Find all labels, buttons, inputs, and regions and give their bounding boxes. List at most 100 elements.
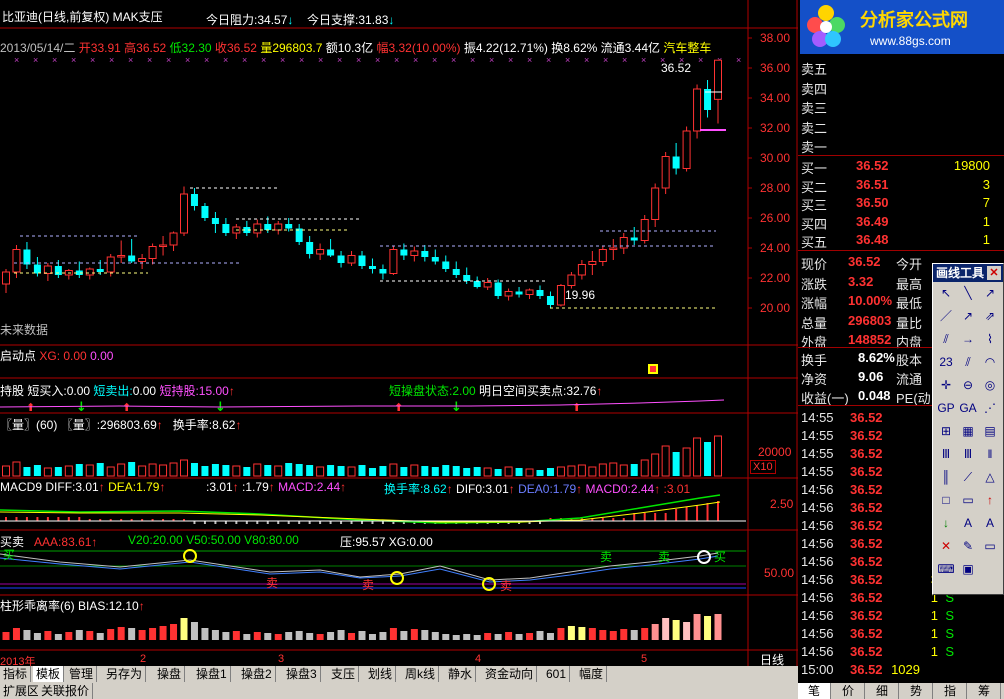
bias-bar	[44, 631, 52, 640]
bias-bar	[243, 634, 251, 640]
buy-level-volume: 1	[982, 232, 990, 247]
arc-icon[interactable]: ◠	[981, 353, 999, 371]
close-icon[interactable]: ✕	[987, 266, 1001, 280]
parallel-icon[interactable]: ⫽	[937, 330, 955, 348]
ray-icon[interactable]: ↗	[981, 284, 999, 302]
rect-icon[interactable]: □	[937, 491, 955, 509]
volume-bar	[180, 459, 188, 477]
tab-3[interactable]: 另存为	[103, 666, 147, 682]
cross-icon[interactable]: ✛	[937, 376, 955, 394]
tick-price: 36.52	[850, 446, 883, 461]
box-icon[interactable]: ⊞	[937, 422, 955, 440]
up-arrow-icon: ↑	[156, 418, 163, 432]
circle-icon[interactable]: ◎	[981, 376, 999, 394]
paint-icon[interactable]: ✎	[959, 537, 977, 555]
quote-tab-5[interactable]: 筹	[968, 683, 1001, 699]
p2-v5: 2.00	[452, 384, 476, 398]
up-arrow-icon: ↑	[654, 482, 661, 496]
channel-icon[interactable]: ⌇	[981, 330, 999, 348]
buy-arrow-icon[interactable]: ↑	[981, 491, 999, 509]
signal-x-mark: ×	[375, 55, 380, 65]
kline-chart-area[interactable]: ×××××××××××××××××××××××××××××××××××××××↓…	[0, 0, 800, 699]
keyboard-icon[interactable]: ⌨	[937, 560, 955, 578]
rect-icon-2[interactable]: ▭	[959, 491, 977, 509]
tab-9[interactable]: 划线	[365, 666, 397, 682]
volume-bar	[337, 466, 345, 476]
candle-body	[222, 224, 230, 233]
quote-tab-4[interactable]: 指	[934, 683, 967, 699]
triangle-icon[interactable]: △	[981, 468, 999, 486]
text-a2-icon[interactable]: A	[981, 514, 999, 532]
bias-bar	[609, 631, 617, 640]
gp-icon[interactable]: GP	[937, 399, 955, 417]
quote-tab-1[interactable]: 价	[832, 683, 865, 699]
sell-arrow-icon[interactable]: ↓	[937, 514, 955, 532]
tab-4[interactable]: 操盘	[154, 666, 186, 682]
gann-icon[interactable]: ⟋	[959, 468, 977, 486]
tab-linked-quote[interactable]: 关联报价	[38, 683, 94, 699]
line-icon[interactable]: ╲	[959, 284, 977, 302]
grid-icon[interactable]: ▦	[959, 422, 977, 440]
extend-line-icon[interactable]: ⇗	[981, 307, 999, 325]
volume-bar	[598, 463, 607, 477]
arrow-line-icon[interactable]: ↗	[959, 307, 977, 325]
tab-1[interactable]: 模板	[33, 666, 65, 682]
buy-level-volume: 1	[982, 213, 990, 229]
macd-bar	[685, 507, 688, 521]
candle-body	[640, 219, 649, 241]
segment-icon[interactable]: ／	[937, 307, 955, 325]
horizontal-line-icon[interactable]: →	[959, 330, 977, 348]
signal-x-mark: ×	[584, 55, 589, 65]
tab-extension-area[interactable]: 扩展区	[0, 683, 44, 699]
bias-bar	[693, 614, 701, 640]
ellipse-icon[interactable]: ⊖	[959, 376, 977, 394]
quote-tab-3[interactable]: 势	[900, 683, 933, 699]
fib-text-icon[interactable]: 23	[937, 353, 955, 371]
candle-body	[504, 291, 513, 297]
tick-price: 36.52	[850, 644, 883, 659]
cursor-icon[interactable]: ↖	[937, 284, 955, 302]
up-arrow-icon: ↑	[268, 480, 275, 494]
tab-8[interactable]: 支压	[328, 666, 360, 682]
tab-0[interactable]: 指标	[0, 666, 32, 682]
parallel-lines-icon[interactable]: ⫽	[959, 353, 977, 371]
save-icon[interactable]: ▭	[981, 537, 999, 555]
text-a-icon[interactable]: A	[959, 514, 977, 532]
quote-tab-0[interactable]: 笔	[798, 683, 831, 699]
fan-icon[interactable]: ⋰	[981, 399, 999, 417]
tab-12[interactable]: 资金动向	[482, 666, 538, 682]
signal-x-mark: ×	[261, 55, 266, 65]
p2-v2: 0.00	[66, 384, 91, 398]
bias-bar	[494, 634, 502, 640]
tab-10[interactable]: 周k线	[402, 666, 440, 682]
volume-bar	[567, 465, 576, 477]
hash-icon[interactable]: ║	[937, 468, 955, 486]
tab-6[interactable]: 操盘2	[238, 666, 276, 682]
picture-icon[interactable]: ▣	[959, 560, 977, 578]
tab-7[interactable]: 操盘3	[283, 666, 321, 682]
quote-stat-label: 净资	[801, 372, 828, 387]
signal-x-mark: ×	[451, 55, 456, 65]
p4-v6: 2.44	[316, 480, 341, 494]
tab-13[interactable]: 601	[543, 666, 571, 682]
tab-14[interactable]: 幅度	[576, 666, 608, 682]
bias-bar	[452, 635, 460, 640]
tick-time: 14:56	[801, 518, 834, 533]
tab-11[interactable]: 静水	[445, 666, 477, 682]
quote-tab-2[interactable]: 细	[866, 683, 899, 699]
tab-5[interactable]: 操盘1	[193, 666, 231, 682]
bars-icon-2[interactable]: Ⅲ	[959, 445, 977, 463]
drawing-toolbar-title[interactable]: 画线工具 ✕	[933, 264, 1003, 282]
bars-icon[interactable]: Ⅲ	[937, 445, 955, 463]
candle-body	[138, 258, 147, 262]
price-tick-label: 28.00	[760, 181, 791, 195]
volume-bar	[2, 465, 10, 477]
amount-label: 额	[325, 41, 338, 55]
ga-icon[interactable]: GA	[959, 399, 977, 417]
p5-t3: V20:	[128, 533, 153, 547]
tab-2[interactable]: 管理	[66, 666, 98, 682]
table-icon[interactable]: ▤	[981, 422, 999, 440]
delete-icon[interactable]: ✕	[937, 537, 955, 555]
vertical-lines-icon[interactable]: ‖	[981, 445, 999, 463]
drawing-toolbar[interactable]: 画线工具 ✕ ↖ ╲ ↗ ／ ↗ ⇗ ⫽ → ⌇ 23 ⫽ ◠ ✛ ⊖ ◎ GP GA ⋰ ⊞ ▦ ▤ Ⅲ Ⅲ ‖ ║ ⟋ △ □ ▭ ↑ ↓…	[932, 263, 1004, 595]
